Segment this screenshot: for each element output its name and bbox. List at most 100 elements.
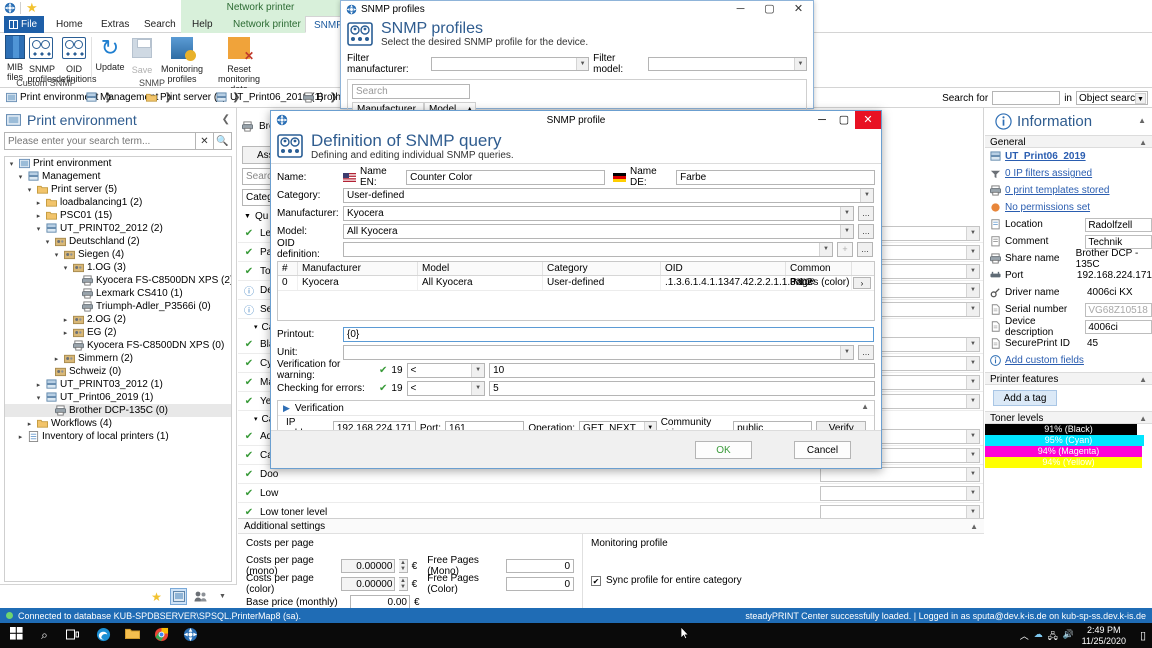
- general-section-header[interactable]: General ▲: [985, 135, 1152, 148]
- cell-action[interactable]: ›: [852, 276, 874, 290]
- favorites-star-icon[interactable]: ★: [26, 1, 38, 14]
- twisty-icon[interactable]: ▸: [34, 381, 43, 389]
- collapse-caret-icon[interactable]: ▲: [1139, 136, 1147, 149]
- twisty-icon[interactable]: ▸: [34, 199, 43, 207]
- add-a-tag-button[interactable]: Add a tag: [993, 390, 1057, 406]
- tree-node[interactable]: ▾ Management: [5, 170, 231, 183]
- table-row[interactable]: 0 Kyocera All Kyocera User-defined .1.3.…: [278, 276, 874, 291]
- filter-model-select[interactable]: ▼: [648, 57, 807, 71]
- ribbon-button-oid-definitions[interactable]: OID definitions: [56, 35, 92, 84]
- cost-value-input[interactable]: 0.00000: [341, 559, 396, 573]
- tree-node[interactable]: ▾ Print environment: [5, 157, 231, 170]
- twisty-icon[interactable]: ▸: [52, 355, 61, 363]
- tree-node[interactable]: ▸ loadbalancing1 (2): [5, 196, 231, 209]
- tree-node[interactable]: ▸ 2.OG (2): [5, 313, 231, 326]
- info-field-input[interactable]: Technik: [1085, 235, 1152, 249]
- info-link[interactable]: No permissions set: [1005, 202, 1090, 213]
- ribbon-button-monitoring-profiles[interactable]: Monitoring profiles: [156, 35, 208, 84]
- list-item[interactable]: ✔ Low ▼: [238, 484, 983, 503]
- search-icon[interactable]: 🔍: [214, 132, 232, 150]
- twisty-icon[interactable]: ▾: [34, 225, 43, 233]
- tree-node[interactable]: ▸ Inventory of local printers (1): [5, 430, 231, 443]
- cost-value-input[interactable]: 0.00: [350, 595, 410, 609]
- verification-header[interactable]: ▶ Verification ▲: [278, 401, 874, 416]
- tab-extras[interactable]: Extras: [93, 16, 137, 33]
- oid-definition-select[interactable]: ▼: [343, 242, 833, 257]
- tree-node[interactable]: ▾ Print server (5): [5, 183, 231, 196]
- minimize-icon[interactable]: ─: [811, 111, 833, 129]
- tree-node[interactable]: ▸ EG (2): [5, 326, 231, 339]
- tree-node[interactable]: ▸ Workflows (4): [5, 417, 231, 430]
- tree-node[interactable]: Schweiz (0): [5, 365, 231, 378]
- model-browse-button[interactable]: ...: [858, 224, 874, 239]
- sync-profile-row[interactable]: ✔ Sync profile for entire category: [591, 575, 742, 586]
- tree-node[interactable]: ▸ Simmern (2): [5, 352, 231, 365]
- search-icon[interactable]: ⌕: [36, 627, 53, 644]
- onedrive-icon[interactable]: ☁: [1034, 629, 1043, 645]
- start-icon[interactable]: [8, 627, 25, 644]
- tree-node[interactable]: ▸ UT_PRINT03_2012 (1): [5, 378, 231, 391]
- filter-manufacturer-select[interactable]: ▼: [431, 57, 589, 71]
- twisty-icon[interactable]: ▾: [61, 264, 70, 272]
- tree-node[interactable]: ▾ UT_Print06_2019 (1): [5, 391, 231, 404]
- chrome-icon[interactable]: [153, 627, 170, 644]
- twisty-icon[interactable]: ▾: [7, 160, 16, 168]
- twisty-icon[interactable]: ▾: [34, 394, 43, 402]
- printout-input[interactable]: {0}: [343, 327, 874, 342]
- maximize-icon[interactable]: ▢: [755, 1, 784, 17]
- twisty-icon[interactable]: ▾: [16, 173, 25, 181]
- print-environment-tree[interactable]: ▾ Print environment ▾ Management ▾ Print…: [4, 156, 232, 582]
- network-icon[interactable]: 🖧: [1048, 629, 1058, 645]
- edge-icon[interactable]: [95, 627, 112, 644]
- collapse-caret-icon[interactable]: ▲: [1139, 373, 1147, 386]
- info-link-row[interactable]: 0 print templates stored: [985, 182, 1152, 199]
- file-menu-button[interactable]: File: [4, 16, 44, 33]
- unit-select[interactable]: ▼: [343, 345, 854, 360]
- warning-operator-select[interactable]: < ▼: [407, 363, 486, 378]
- tab-home[interactable]: Home: [48, 16, 91, 33]
- steadyprint-icon[interactable]: [182, 627, 199, 644]
- info-field-input[interactable]: Radolfzell: [1085, 218, 1152, 232]
- minimize-icon[interactable]: ─: [726, 1, 755, 17]
- twisty-icon[interactable]: ▾: [52, 251, 61, 259]
- ok-button[interactable]: OK: [695, 441, 752, 459]
- info-link[interactable]: 0 IP filters assigned: [1005, 168, 1092, 179]
- twisty-icon[interactable]: ▸: [61, 316, 70, 324]
- chevron-right-icon[interactable]: ›: [853, 277, 871, 289]
- warning-threshold-input[interactable]: 10: [489, 363, 875, 378]
- search-scope-select[interactable]: Object search ▼: [1076, 91, 1148, 105]
- chevron-left-icon[interactable]: ❮: [222, 114, 230, 125]
- tab-network-printer[interactable]: Network printer: [225, 16, 309, 33]
- twisty-icon[interactable]: ▸: [25, 420, 34, 428]
- tree-node[interactable]: Triumph-Adler_P3566i (0): [5, 300, 231, 313]
- model-select[interactable]: All Kyocera ▼: [343, 224, 854, 239]
- tab-help[interactable]: Help: [184, 16, 221, 33]
- tree-node[interactable]: ▸ PSC01 (15): [5, 209, 231, 222]
- twisty-icon[interactable]: ▾: [43, 238, 52, 246]
- tree-node[interactable]: ▾ UT_PRINT02_2012 (2): [5, 222, 231, 235]
- tree-search-input[interactable]: [4, 132, 196, 150]
- collapse-caret-icon[interactable]: ▲: [861, 402, 869, 411]
- tree-node[interactable]: ▾ 1.OG (3): [5, 261, 231, 274]
- info-field-input[interactable]: VG68Z10518: [1085, 303, 1152, 317]
- twisty-icon[interactable]: ▸: [34, 212, 43, 220]
- window-icon[interactable]: [170, 588, 187, 605]
- sync-profile-checkbox[interactable]: ✔: [591, 576, 601, 586]
- name-de-input[interactable]: Farbe: [676, 170, 875, 185]
- info-link[interactable]: 0 print templates stored: [1005, 185, 1110, 196]
- tab-search[interactable]: Search: [136, 16, 184, 33]
- oid-browse-button[interactable]: ...: [857, 242, 873, 257]
- unit-browse-button[interactable]: ...: [858, 345, 874, 360]
- maximize-icon[interactable]: ▢: [833, 111, 855, 129]
- ribbon-button-snmp-profiles[interactable]: SNMP profiles: [26, 35, 56, 84]
- volume-icon[interactable]: 🔊: [1063, 629, 1074, 645]
- collapse-caret-icon[interactable]: ▲: [1138, 116, 1146, 125]
- close-icon[interactable]: ✕: [855, 111, 881, 129]
- toner-levels-header[interactable]: Toner levels ▲: [985, 411, 1152, 424]
- add-custom-fields-row[interactable]: Add custom fields: [985, 352, 1152, 369]
- collapse-caret-icon[interactable]: ▲: [970, 519, 978, 534]
- error-operator-select[interactable]: < ▼: [407, 381, 486, 396]
- name-en-input[interactable]: Counter Color: [406, 170, 605, 185]
- printer-features-header[interactable]: Printer features ▲: [985, 372, 1152, 385]
- star-icon[interactable]: ★: [148, 588, 165, 605]
